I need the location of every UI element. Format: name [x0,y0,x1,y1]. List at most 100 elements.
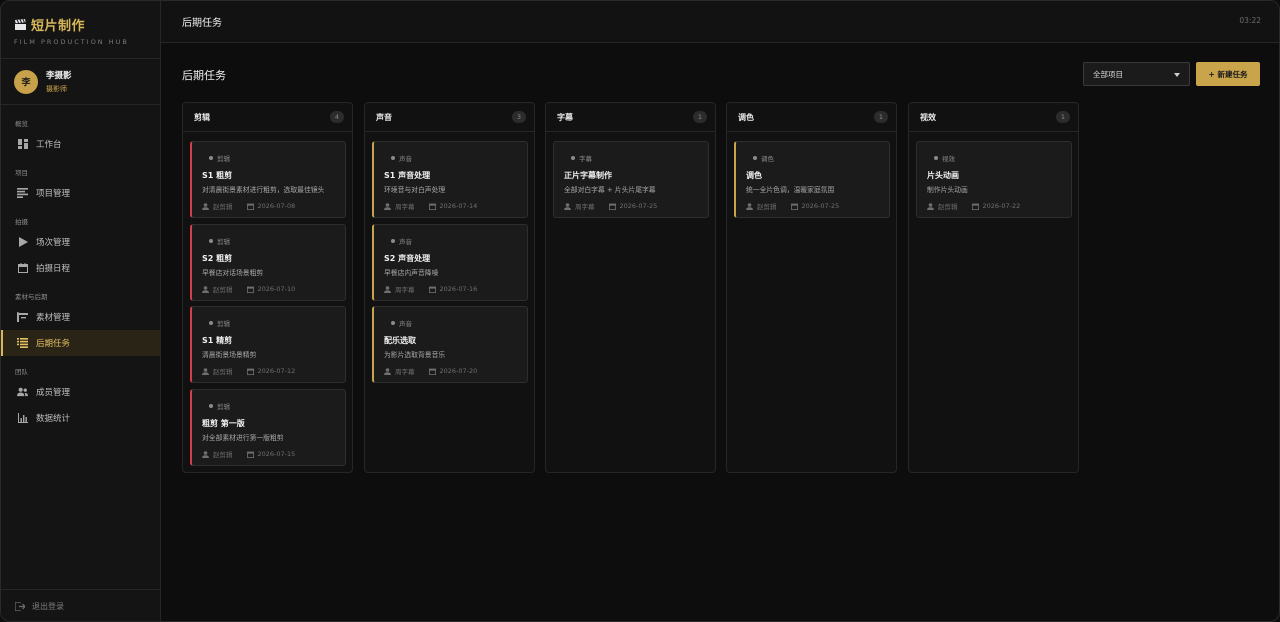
chart-icon [17,413,28,424]
task-date: 2026-07-25 [619,202,658,210]
tag-dot [209,156,213,160]
task-title: 粗剪 第一版 [202,419,245,428]
divider [1,589,161,590]
nav-group-project: 项目 [15,169,28,177]
sidebar-item-label: 拍摄日程 [36,264,71,274]
task-tag-label: 剪辑 [217,238,230,246]
user-icon [564,202,571,210]
task-card[interactable]: 剪辑 S2 粗剪 早餐店对话场景粗剪 赵剪辑 2026-07-10 [190,224,346,301]
task-tag: 剪辑 [209,318,230,328]
column-count-badge: 4 [330,111,344,123]
sidebar-item-members[interactable]: 成员管理 [1,379,160,405]
task-card[interactable]: 剪辑 粗剪 第一版 对全部素材进行第一版粗剪 赵剪辑 2026-07-15 [190,389,346,466]
task-meta: 赵剪辑 2026-07-15 [202,449,295,459]
calendar-icon [971,203,979,210]
task-owner: 赵剪辑 [213,451,233,459]
sidebar: 短片制作 FILM PRODUCTION HUB 李 李摄影 摄影师 概览 工作… [1,1,161,621]
tag-dot [209,321,213,325]
column-header: 声音 3 [365,103,534,132]
user-icon [746,202,753,210]
sidebar-item-post-tasks[interactable]: 后期任务 [1,330,160,356]
user-icon [202,450,209,458]
column-header: 剪辑 4 [183,103,352,132]
user-name: 李摄影 [46,71,72,81]
column-title: 视效 [920,112,936,122]
sidebar-item-dashboard[interactable]: 工作台 [1,131,160,157]
task-card[interactable]: 视效 片头动画 制作片头动画 赵剪辑 2026-07-22 [916,141,1072,218]
task-owner: 赵剪辑 [938,203,958,211]
task-tag: 声音 [391,153,412,163]
page-title: 后期任务 [182,69,226,82]
task-date: 2026-07-15 [257,450,296,458]
task-meta: 周字幕 2026-07-20 [384,366,477,376]
task-card[interactable]: 声音 配乐选取 为影片选取背景音乐 周字幕 2026-07-20 [372,306,528,383]
task-tag-label: 字幕 [579,155,592,163]
task-tag: 调色 [753,153,774,163]
tag-dot [209,404,213,408]
user-profile[interactable]: 李 李摄影 摄影师 [14,69,72,94]
sidebar-item-label: 场次管理 [36,238,71,248]
task-description: 早餐店对话场景粗剪 [202,269,264,277]
task-card[interactable]: 字幕 正片字幕制作 全部对白字幕 + 片头片尾字幕 周字幕 2026-07-25 [553,141,709,218]
project-filter-select[interactable]: 全部项目 [1083,62,1190,86]
tag-dot [391,321,395,325]
task-date: 2026-07-25 [801,202,840,210]
sidebar-item-label: 项目管理 [36,189,71,199]
task-owner: 赵剪辑 [757,203,777,211]
tag-dot [391,156,395,160]
task-card[interactable]: 剪辑 S1 精剪 清晨街景场景精剪 赵剪辑 2026-07-12 [190,306,346,383]
task-card[interactable]: 声音 S1 声音处理 环境音与对白声处理 周字幕 2026-07-14 [372,141,528,218]
task-date: 2026-07-08 [257,202,296,210]
task-date: 2026-07-12 [257,367,296,375]
calendar-icon [246,286,254,293]
column-title: 剪辑 [194,112,210,122]
sidebar-item-schedule[interactable]: 拍摄日程 [1,255,160,281]
task-description: 早餐店内声音降噪 [384,269,439,277]
user-icon [202,202,209,210]
task-date: 2026-07-20 [439,367,478,375]
task-meta: 周字幕 2026-07-25 [564,201,657,211]
column-count-badge: 1 [874,111,888,123]
sidebar-item-media[interactable]: 素材管理 [1,304,160,330]
task-meta: 周字幕 2026-07-14 [384,201,477,211]
task-card[interactable]: 调色 调色 统一全片色调，温暖家庭氛围 赵剪辑 2026-07-25 [734,141,890,218]
avatar: 李 [14,69,38,94]
task-title: 片头动画 [927,171,959,180]
task-description: 统一全片色调，温暖家庭氛围 [746,186,835,194]
user-role: 摄影师 [46,85,67,93]
task-card[interactable]: 剪辑 S1 粗剪 对清晨街景素材进行粗剪，选取最佳镜头 赵剪辑 2026-07-08 [190,141,346,218]
task-date: 2026-07-14 [439,202,478,210]
column-title: 字幕 [557,112,573,122]
tag-dot [391,239,395,243]
task-tag: 剪辑 [209,236,230,246]
column-header: 视效 1 [909,103,1078,132]
user-icon [202,367,209,375]
tag-dot [753,156,757,160]
sidebar-item-scenes[interactable]: 场次管理 [1,229,160,255]
topbar-title: 后期任务 [182,18,222,29]
sidebar-item-projects[interactable]: 项目管理 [1,180,160,206]
logout-icon [15,602,25,611]
task-tag-label: 调色 [761,155,774,163]
task-tag: 声音 [391,318,412,328]
column-title: 调色 [738,112,754,122]
task-card[interactable]: 声音 S2 声音处理 早餐店内声音降噪 周字幕 2026-07-16 [372,224,528,301]
task-date: 2026-07-16 [439,285,478,293]
calendar-icon [428,203,436,210]
task-tag: 剪辑 [209,401,230,411]
logout-button[interactable]: 退出登录 [15,601,64,612]
divider [1,104,161,105]
task-owner: 赵剪辑 [213,286,233,294]
task-owner: 赵剪辑 [213,203,233,211]
column-count-badge: 1 [1056,111,1070,123]
brand-name: 短片制作 [31,19,86,34]
users-icon [17,387,28,398]
new-task-button[interactable]: + 新建任务 [1196,62,1260,86]
list-icon [17,188,28,199]
task-tag-label: 剪辑 [217,403,230,411]
task-tag: 剪辑 [209,153,230,163]
column-header: 调色 1 [727,103,896,132]
sidebar-item-stats[interactable]: 数据统计 [1,405,160,431]
play-icon [17,237,28,248]
task-description: 为影片选取背景音乐 [384,351,446,359]
